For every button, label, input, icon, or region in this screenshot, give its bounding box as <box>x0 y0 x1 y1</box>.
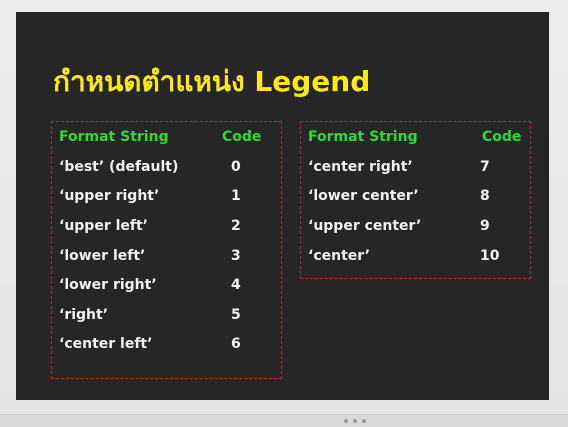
table-row: ‘lower left’ 3 <box>52 245 281 267</box>
table-row: ‘upper center’ 9 <box>301 215 530 237</box>
table-row: ‘right’ 5 <box>52 304 281 326</box>
table-row: ‘lower right’ 4 <box>52 274 281 296</box>
code-header: Code <box>482 129 522 145</box>
legend-table-left: Format String Code ‘best’ (default) 0 ‘u… <box>51 121 282 379</box>
code-cell: 1 <box>231 188 241 204</box>
table-header: Format String Code <box>52 126 281 148</box>
format-string-cell: ‘lower left’ <box>59 248 146 264</box>
code-header: Code <box>222 129 262 145</box>
table-row: ‘upper right’ 1 <box>52 185 281 207</box>
legend-table-right: Format String Code ‘center right’ 7 ‘low… <box>300 121 531 279</box>
slide-title: กำหนดตำแหน่ง Legend <box>53 65 371 98</box>
code-cell: 4 <box>231 277 241 293</box>
format-string-cell: ‘center left’ <box>59 336 153 352</box>
code-cell: 6 <box>231 336 241 352</box>
table-row: ‘center’ 10 <box>301 245 530 267</box>
format-string-cell: ‘upper right’ <box>59 188 160 204</box>
code-cell: 7 <box>480 159 490 175</box>
format-string-header: Format String <box>59 129 169 145</box>
format-string-cell: ‘upper center’ <box>308 218 422 234</box>
code-cell: 0 <box>231 159 241 175</box>
format-string-cell: ‘lower right’ <box>59 277 157 293</box>
format-string-cell: ‘upper left’ <box>59 218 148 234</box>
table-row: ‘center right’ 7 <box>301 156 530 178</box>
table-header: Format String Code <box>301 126 530 148</box>
format-string-cell: ‘right’ <box>59 307 109 323</box>
format-string-cell: ‘lower center’ <box>308 188 419 204</box>
format-string-cell: ‘center right’ <box>308 159 413 175</box>
format-string-cell: ‘best’ (default) <box>59 159 179 175</box>
table-row: ‘upper left’ 2 <box>52 215 281 237</box>
code-cell: 2 <box>231 218 241 234</box>
format-string-cell: ‘center’ <box>308 248 371 264</box>
table-row: ‘center left’ 6 <box>52 333 281 355</box>
table-row: ‘best’ (default) 0 <box>52 156 281 178</box>
code-cell: 9 <box>480 218 490 234</box>
drag-handle-icon[interactable] <box>344 419 366 423</box>
code-cell: 10 <box>480 248 500 264</box>
format-string-header: Format String <box>308 129 418 145</box>
table-row: ‘lower center’ 8 <box>301 185 530 207</box>
code-cell: 3 <box>231 248 241 264</box>
slide: กำหนดตำแหน่ง Legend Format String Code ‘… <box>16 12 549 400</box>
code-cell: 8 <box>480 188 490 204</box>
code-cell: 5 <box>231 307 241 323</box>
bottom-bar <box>0 414 568 427</box>
